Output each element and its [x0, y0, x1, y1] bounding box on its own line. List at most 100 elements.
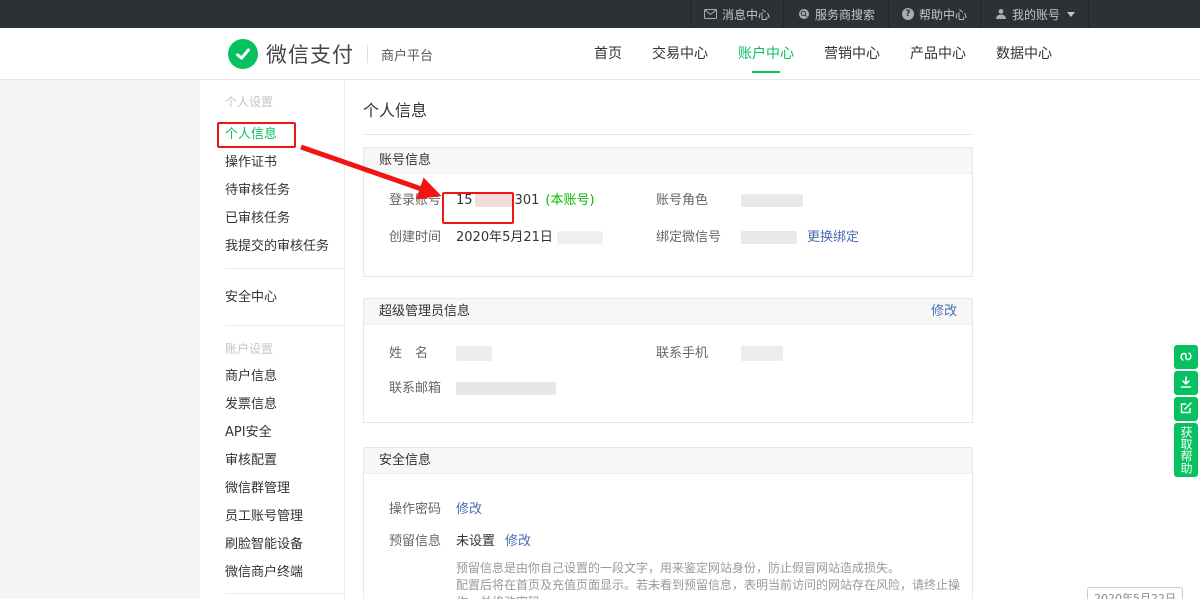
sidebar-item-operation-certificate[interactable]: 操作证书: [225, 149, 344, 177]
admin-email-value: [456, 378, 556, 399]
topbar-item-help-center[interactable]: ? 帮助中心: [888, 0, 980, 28]
floating-help-bar: 获取帮助: [1174, 345, 1198, 477]
sidebar-item-api-security[interactable]: API安全: [225, 419, 344, 447]
sidebar-divider: [225, 268, 344, 269]
sidebar-item-staff-account-management[interactable]: 员工账号管理: [225, 503, 344, 531]
nav-transaction-center[interactable]: 交易中心: [650, 28, 710, 80]
sidebar-item-review-config[interactable]: 审核配置: [225, 447, 344, 475]
account-role-value: [741, 190, 803, 211]
change-binding-link[interactable]: 更换绑定: [807, 227, 859, 248]
section-admin-body: 姓 名 联系手机 联系邮箱: [364, 343, 972, 422]
section-security-info: 安全信息 操作密码 修改 预留信息 未设置: [363, 447, 973, 599]
nav-home[interactable]: 首页: [592, 28, 624, 80]
feedback-button[interactable]: [1174, 397, 1198, 421]
bound-wechat-label: 绑定微信号: [656, 227, 741, 248]
topbar-item-my-account[interactable]: 我的账号: [980, 0, 1089, 28]
created-date-text: 2020年5月21日: [456, 227, 553, 248]
sidebar-item-reviewed-tasks[interactable]: 已审核任务: [225, 205, 344, 233]
created-time-value: 2020年5月21日: [456, 227, 603, 248]
chevron-down-icon: [1067, 12, 1075, 17]
description-line: 预留信息是由你自己设置的一段文字，用来鉴定网站身份，防止假冒网站造成损失。: [456, 560, 972, 577]
login-account-value: 15 301 (本账号): [456, 190, 595, 211]
sidebar-item-face-smart-device[interactable]: 刷脸智能设备: [225, 531, 344, 559]
help-icon: ?: [902, 8, 914, 20]
page-title: 个人信息: [363, 100, 973, 122]
bound-wechat-value: 更换绑定: [741, 227, 859, 248]
sidebar-item-invoice-info[interactable]: 发票信息: [225, 391, 344, 419]
bound-wechat-redacted: [741, 231, 797, 244]
admin-name-value: [456, 343, 492, 364]
topbar-item-label: 帮助中心: [919, 6, 967, 23]
operation-password-label: 操作密码: [389, 499, 456, 520]
section-account-header: 账号信息: [364, 148, 972, 174]
admin-name-redacted: [456, 346, 492, 361]
account-row-1: 登录账号 15 301 (本账号) 账号角色: [364, 190, 972, 211]
sidebar-item-personal-info[interactable]: 个人信息: [225, 121, 344, 149]
left-gutter: [0, 80, 200, 599]
message-icon: [704, 8, 717, 21]
section-admin-header: 超级管理员信息 修改: [364, 299, 972, 325]
sidebar-item-pending-review-tasks[interactable]: 待审核任务: [225, 177, 344, 205]
search-icon: [797, 8, 810, 21]
primary-nav: 首页 交易中心 账户中心 营销中心 产品中心 数据中心: [592, 28, 1054, 80]
account-row-2: 创建时间 2020年5月21日 绑定微信号 更换绑定: [364, 227, 972, 248]
sidebar-group-account-settings: 账户设置: [225, 339, 344, 359]
login-number-redacted: [475, 194, 513, 207]
brand-name: 微信支付: [266, 39, 354, 69]
topbar-item-label: 消息中心: [722, 6, 770, 23]
date-tooltip: 2020年5月22日: [1087, 587, 1183, 599]
main-header: 微信支付 商户平台 首页 交易中心 账户中心 营销中心 产品中心 数据中心: [0, 28, 1200, 80]
nav-marketing-center[interactable]: 营销中心: [822, 28, 882, 80]
admin-phone-label: 联系手机: [656, 343, 741, 364]
get-help-button[interactable]: 获取帮助: [1174, 423, 1198, 477]
admin-phone-value: [741, 343, 783, 364]
topbar-item-label: 服务商搜索: [815, 6, 875, 23]
brand-divider: [367, 45, 368, 63]
reserved-status: 未设置: [456, 531, 495, 552]
section-account-body: 登录账号 15 301 (本账号) 账号角色: [364, 190, 972, 276]
sidebar-item-wechat-merchant-terminal[interactable]: 微信商户终端: [225, 559, 344, 587]
security-row-reserved: 预留信息 未设置 修改: [364, 531, 972, 552]
sidebar-item-merchant-info[interactable]: 商户信息: [225, 363, 344, 391]
sidebar-item-my-submitted-tasks[interactable]: 我提交的审核任务: [225, 233, 344, 261]
utility-topbar-items: 消息中心 服务商搜索 ? 帮助中心 我的账号: [690, 0, 1089, 28]
reserved-edit-link[interactable]: 修改: [505, 531, 531, 552]
utility-topbar: 消息中心 服务商搜索 ? 帮助中心 我的账号: [0, 0, 1200, 28]
title-divider: [363, 134, 973, 135]
sidebar-item-security-center[interactable]: 安全中心: [225, 284, 344, 312]
section-super-admin: 超级管理员信息 修改 姓 名 联系手机: [363, 298, 973, 423]
admin-name-label: 姓 名: [389, 343, 456, 364]
account-role-redacted: [741, 194, 803, 207]
link-icon: [1179, 348, 1193, 367]
reserved-info-label: 预留信息: [389, 531, 456, 552]
section-security-header: 安全信息: [364, 448, 972, 474]
admin-row-1: 姓 名 联系手机: [364, 343, 972, 364]
login-account-label: 登录账号: [389, 190, 456, 211]
hotline-button[interactable]: [1174, 345, 1198, 369]
main-content: 个人信息 账号信息 登录账号 15 301 (本账号): [363, 80, 973, 599]
admin-phone-redacted: [741, 346, 783, 361]
login-number-prefix: 15: [456, 190, 473, 211]
admin-email-redacted: [456, 382, 556, 395]
section-title: 超级管理员信息: [379, 299, 470, 324]
nav-data-center[interactable]: 数据中心: [994, 28, 1054, 80]
wechat-pay-logo-icon: [228, 39, 258, 69]
download-button[interactable]: [1174, 371, 1198, 395]
brand: 微信支付 商户平台: [228, 28, 433, 80]
current-account-badge: (本账号): [545, 190, 594, 211]
nav-product-center[interactable]: 产品中心: [908, 28, 968, 80]
topbar-item-service-search[interactable]: 服务商搜索: [783, 0, 888, 28]
feedback-icon: [1179, 400, 1193, 419]
account-role-label: 账号角色: [656, 190, 741, 211]
section-account-info: 账号信息 登录账号 15 301 (本账号) 账号角色: [363, 147, 973, 277]
account-icon: [994, 8, 1007, 21]
wechat-pay-merchant-portal: 消息中心 服务商搜索 ? 帮助中心 我的账号: [0, 0, 1200, 599]
admin-edit-link[interactable]: 修改: [931, 299, 957, 324]
sidebar-item-wechat-group-management[interactable]: 微信群管理: [225, 475, 344, 503]
password-edit-link[interactable]: 修改: [456, 499, 482, 520]
section-security-body: 操作密码 修改 预留信息 未设置 修改: [364, 499, 972, 599]
sidebar-group-personal-settings: 个人设置: [225, 92, 344, 112]
topbar-item-message-center[interactable]: 消息中心: [690, 0, 783, 28]
created-time-label: 创建时间: [389, 227, 456, 248]
nav-account-center[interactable]: 账户中心: [736, 28, 796, 80]
